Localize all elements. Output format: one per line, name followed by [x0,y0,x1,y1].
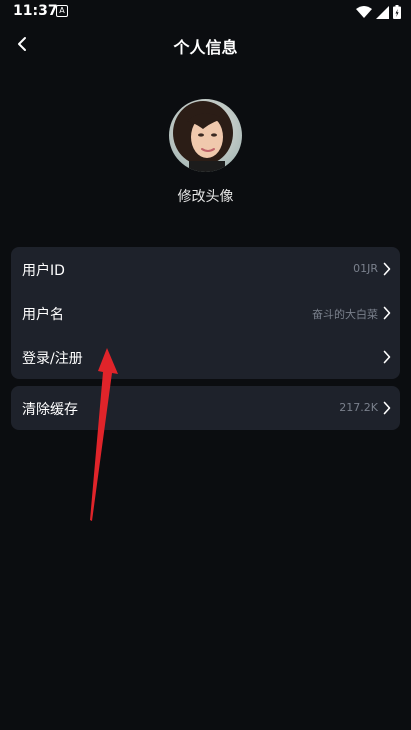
username-row[interactable]: 用户名 奋斗的大白菜 [11,291,400,335]
login-register-row[interactable]: 登录/注册 [11,335,400,379]
cache-size-value: 217.2K [339,401,378,414]
chevron-right-icon [383,350,391,364]
status-time: 11:37 [13,3,58,19]
change-avatar-link[interactable]: 修改头像 [0,186,411,206]
row-label: 用户ID [22,263,65,279]
row-value: 01JR [353,262,378,275]
profile-settings-card: 用户ID 01JR 用户名 奋斗的大白菜 登录/注册 [11,247,400,379]
cellular-signal-icon [376,5,389,19]
status-bar: 11:37 A [0,0,411,24]
notification-app-icon: A [56,5,68,17]
avatar-photo [169,99,242,172]
clear-cache-row[interactable]: 清除缓存 217.2K [11,386,400,430]
cache-card: 清除缓存 217.2K [11,386,400,430]
row-value: 奋斗的大白菜 [312,308,378,321]
user-id-row[interactable]: 用户ID 01JR [11,247,400,291]
row-label: 登录/注册 [22,351,83,367]
battery-icon [393,5,401,19]
wifi-icon [356,6,372,18]
header-bar: 个人信息 [0,24,411,64]
chevron-right-icon [383,262,391,276]
status-icons [356,4,401,20]
row-label: 用户名 [22,307,64,323]
chevron-right-icon [383,306,391,320]
row-label: 清除缓存 [22,402,78,418]
chevron-right-icon [383,401,391,415]
page-title: 个人信息 [173,38,238,57]
avatar[interactable] [169,99,242,172]
